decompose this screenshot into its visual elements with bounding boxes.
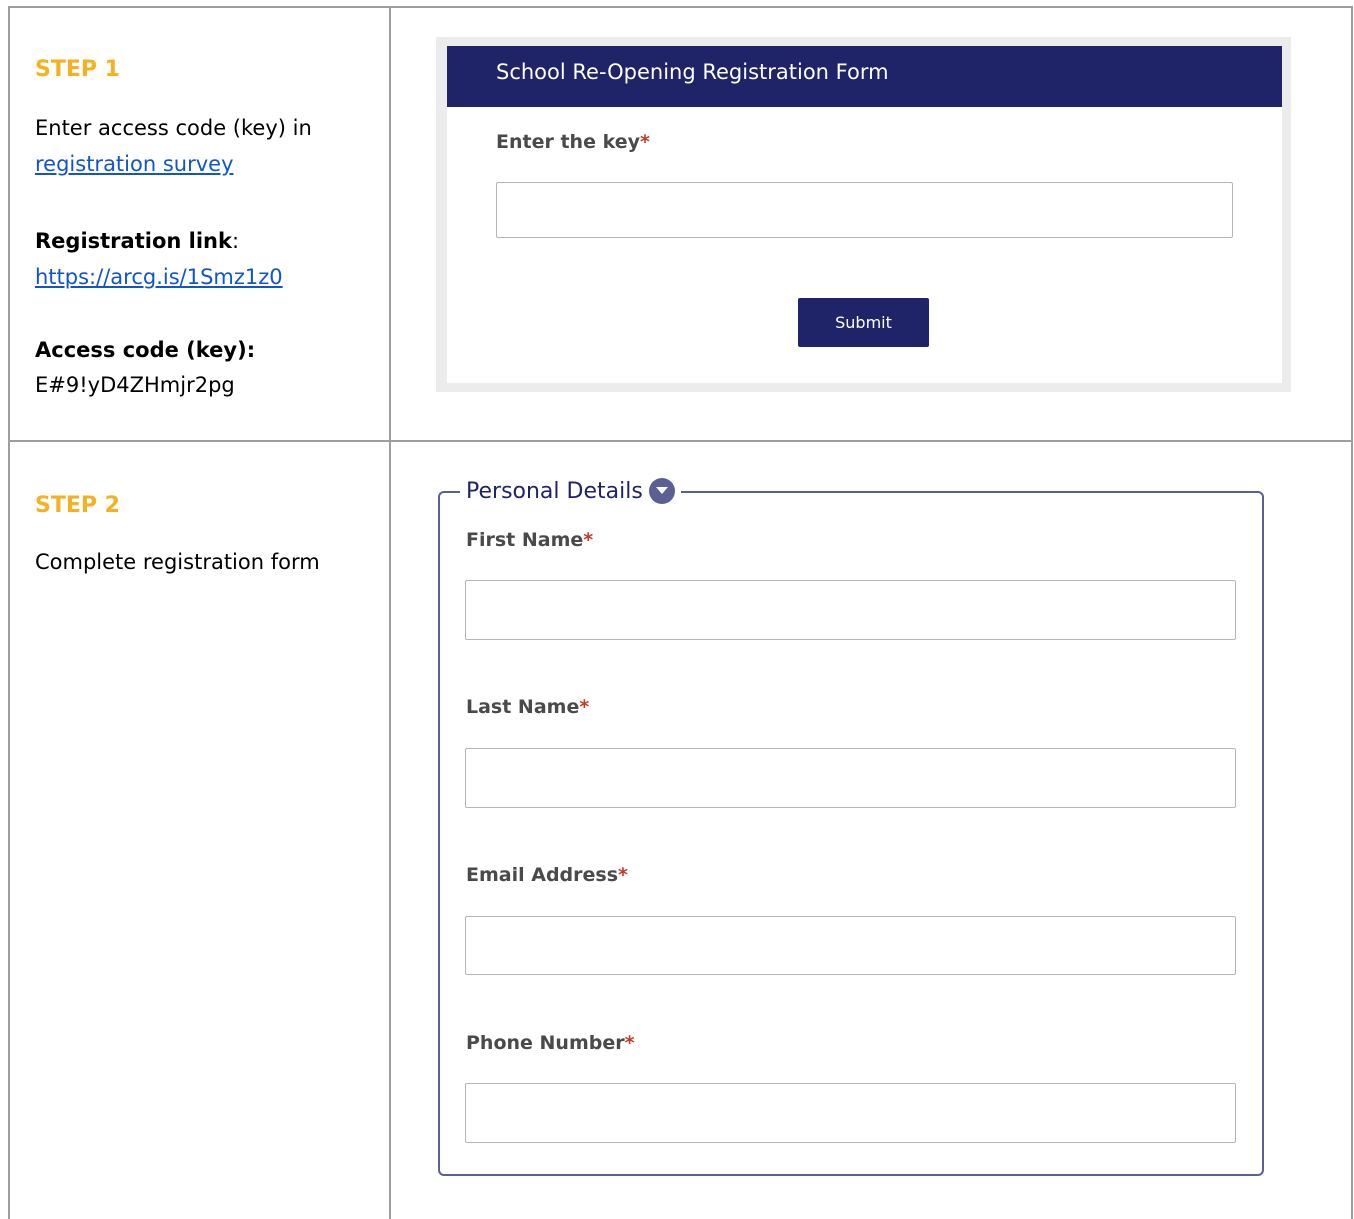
required-asterisk: * [618, 864, 628, 886]
last-name-label: Last Name* [466, 696, 589, 718]
table-left-border [8, 6, 10, 1219]
last-name-input[interactable] [465, 748, 1236, 808]
table-column-divider [389, 6, 391, 1219]
first-name-label-text: First Name [466, 529, 584, 551]
email-address-input[interactable] [465, 916, 1236, 975]
registration-link-label: Registration link [35, 229, 232, 253]
key-field-label-text: Enter the key [496, 131, 640, 153]
email-address-label: Email Address* [466, 864, 628, 886]
registration-url-line: https://arcg.is/1Smz1z0 [35, 260, 283, 295]
personal-details-title: Personal Details [466, 478, 643, 504]
table-row-divider [8, 440, 1353, 442]
step1-instruction-text: Enter access code (key) in [35, 116, 312, 140]
registration-link-colon: : [231, 229, 240, 253]
registration-link-label-line: Registration link: [35, 224, 239, 259]
phone-number-input[interactable] [465, 1083, 1236, 1143]
last-name-label-text: Last Name [466, 696, 580, 718]
access-code-label-line: Access code (key): [35, 333, 255, 368]
table-top-border [8, 6, 1353, 8]
access-code-label: Access code (key): [35, 338, 256, 362]
required-asterisk: * [583, 529, 594, 551]
registration-url-link[interactable]: https://arcg.is/1Smz1z0 [35, 265, 283, 289]
submit-button[interactable]: Submit [798, 298, 929, 347]
chevron-down-glyph [655, 487, 668, 494]
phone-number-label: Phone Number* [466, 1032, 635, 1054]
chevron-down-icon[interactable] [648, 478, 675, 504]
access-code-value: E#9!yD4ZHmjr2pg [35, 373, 235, 397]
required-asterisk: * [579, 696, 590, 718]
first-name-label: First Name* [466, 529, 593, 551]
step2-title: STEP 2 [35, 493, 120, 518]
registration-survey-link[interactable]: registration survey [35, 152, 234, 176]
table-right-border [1351, 6, 1353, 1219]
access-code-value-line: E#9!yD4ZHmjr2pg [35, 368, 235, 403]
phone-number-label-text: Phone Number [466, 1032, 625, 1054]
key-field-label: Enter the key* [496, 131, 650, 153]
form-header-title: School Re-Opening Registration Form [496, 60, 889, 84]
step1-instruction-link-line: registration survey [35, 147, 234, 182]
step1-title: STEP 1 [35, 57, 120, 82]
email-address-label-text: Email Address [466, 864, 619, 886]
personal-details-legend[interactable]: Personal Details [460, 475, 681, 507]
first-name-input[interactable] [465, 580, 1236, 640]
key-input[interactable] [496, 182, 1233, 238]
step1-instruction: Enter access code (key) in [35, 111, 312, 146]
step2-instruction: Complete registration form [35, 550, 320, 574]
required-asterisk: * [639, 131, 650, 153]
required-asterisk: * [624, 1032, 635, 1054]
